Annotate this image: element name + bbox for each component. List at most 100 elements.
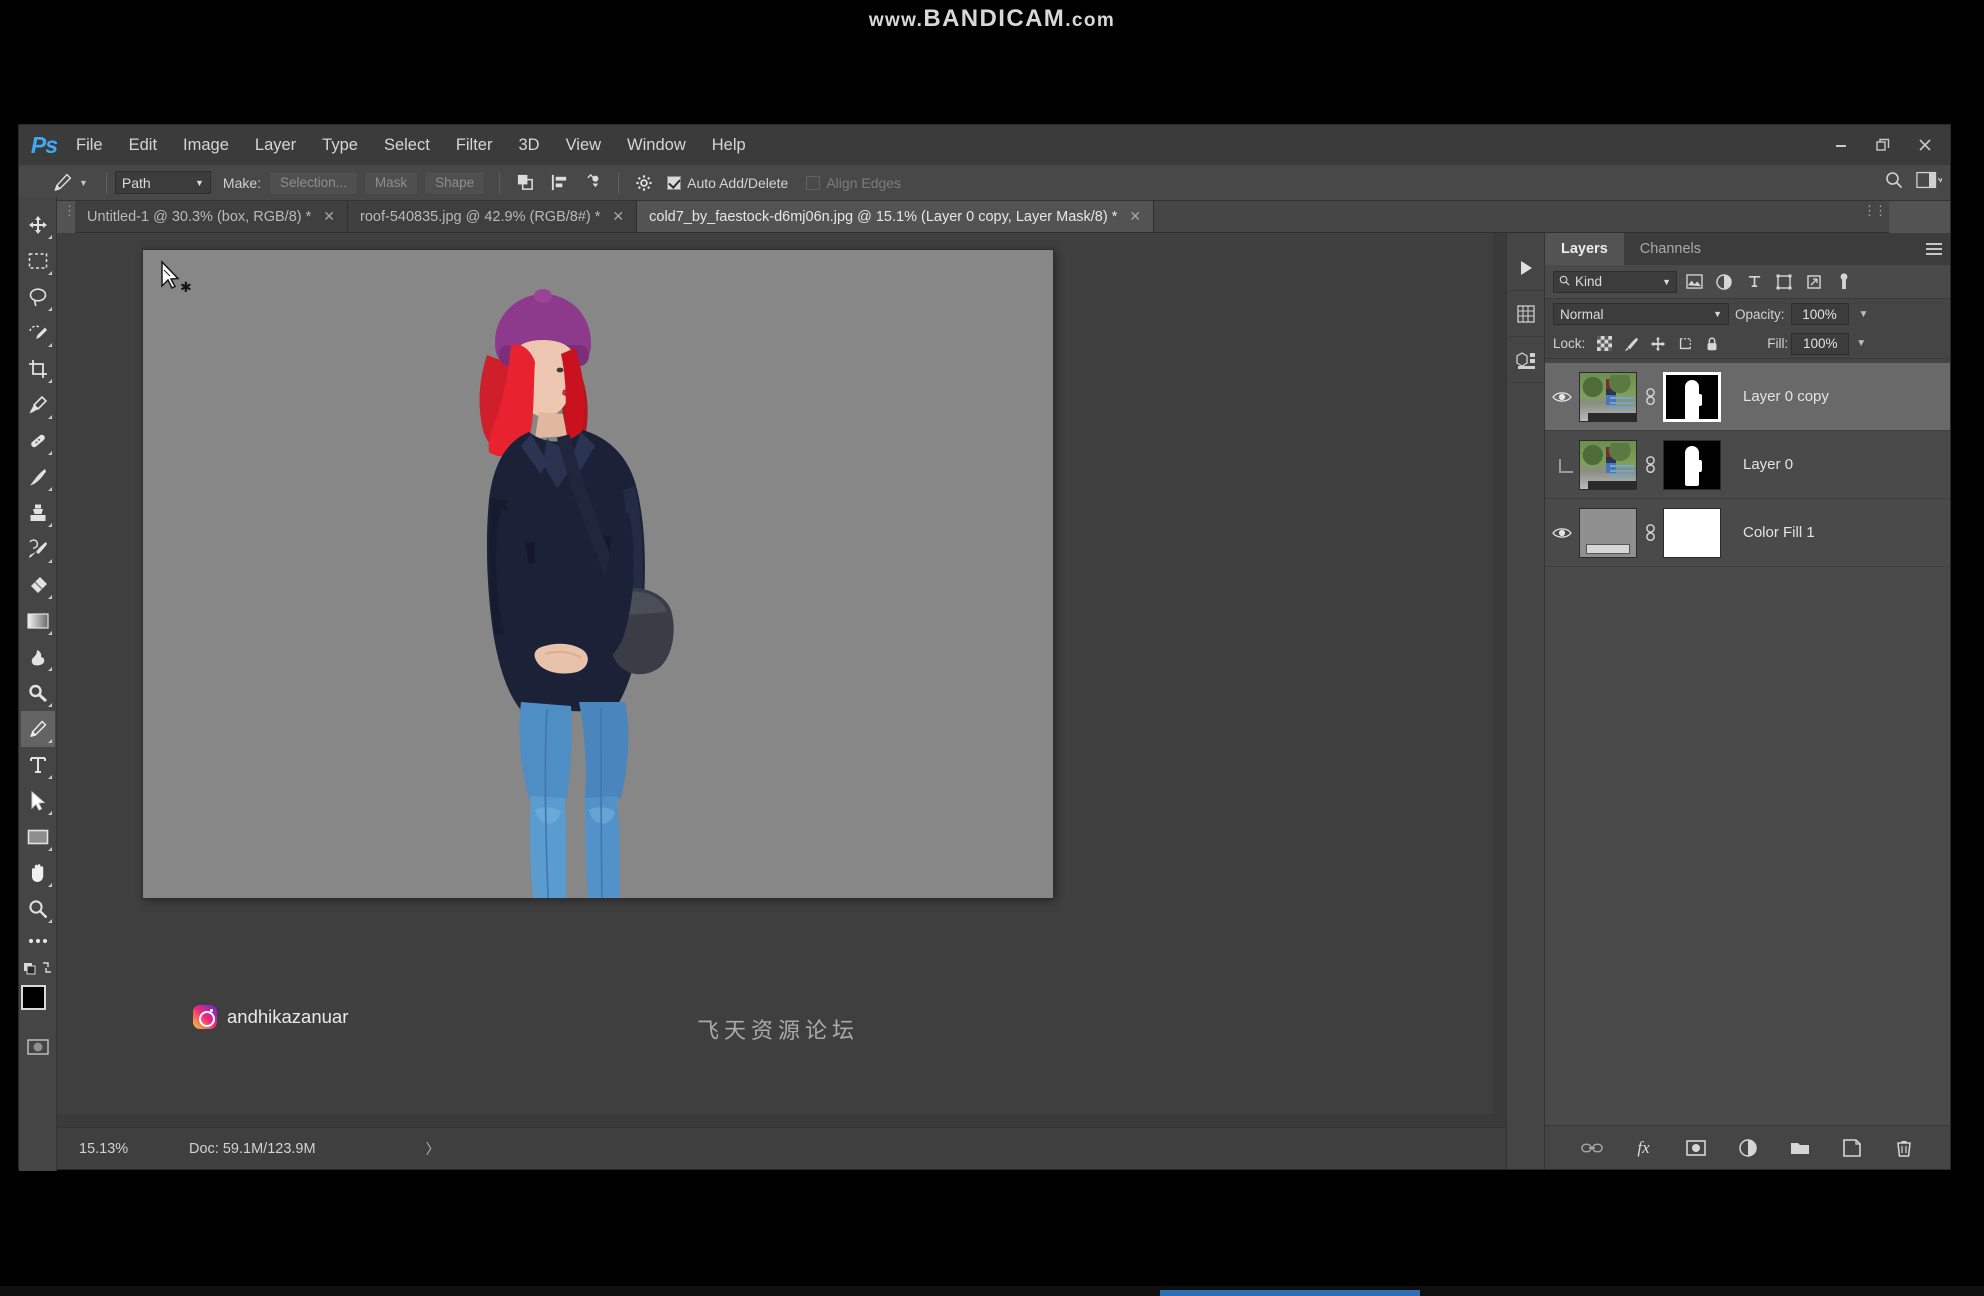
move-tool[interactable] [21,207,55,243]
close-icon[interactable]: ✕ [612,208,624,225]
horizontal-type-tool[interactable] [21,747,55,783]
lock-position-icon[interactable] [1646,333,1670,355]
hamburger-icon[interactable] [1926,242,1942,261]
fx-icon[interactable]: fx [1631,1135,1657,1161]
rectangular-marquee-tool[interactable] [21,243,55,279]
menu-layer[interactable]: Layer [242,125,309,165]
pen-tool-icon[interactable] [49,170,75,196]
layer-list[interactable]: Layer 0 copy Layer 0 Color Fill 1 [1545,363,1950,1125]
canvas-vertical-scrollbar[interactable] [1493,233,1506,1127]
make-shape-button[interactable]: Shape [424,170,486,195]
history-brush-tool[interactable] [21,531,55,567]
rectangle-tool[interactable] [21,819,55,855]
menu-view[interactable]: View [553,125,614,165]
crop-tool[interactable] [21,351,55,387]
layer-mask-link-icon[interactable] [1637,387,1663,407]
zoom-level[interactable]: 15.13% [79,1141,189,1157]
pen-tool[interactable] [20,711,55,747]
tab-layers[interactable]: Layers [1545,233,1624,265]
eyedropper-tool[interactable] [21,387,55,423]
close-icon[interactable]: ✕ [1129,208,1141,225]
layer-mask-thumbnail[interactable] [1663,371,1721,422]
layer-row[interactable]: Color Fill 1 [1545,499,1950,567]
brush-tool[interactable] [21,459,55,495]
gradient-tool[interactable] [21,603,55,639]
filter-type-layers-icon[interactable] [1741,270,1767,294]
gear-icon[interactable] [629,170,659,196]
minimize-button[interactable] [1820,125,1862,165]
blur-tool[interactable] [21,639,55,675]
eraser-tool[interactable] [21,567,55,603]
folder-icon[interactable] [1787,1135,1813,1161]
lasso-tool[interactable] [21,279,55,315]
canvas-horizontal-scrollbar[interactable] [57,1114,1493,1127]
blend-mode-select[interactable]: Normal ▼ [1553,303,1729,325]
layer-name[interactable]: Layer 0 copy [1743,388,1829,405]
make-mask-button[interactable]: Mask [363,170,419,195]
canvas-area[interactable]: ✱ andhikazanuar 飞天资源论坛 [57,233,1506,1127]
mask-icon[interactable] [1683,1135,1709,1161]
menu-file[interactable]: File [63,125,116,165]
tool-preset-chevron-icon[interactable]: ▼ [79,178,88,188]
filter-toggle-icon[interactable] [1831,270,1857,294]
layer-thumbnail[interactable] [1579,371,1637,422]
search-icon[interactable] [1884,170,1904,195]
layer-mask-link-icon[interactable] [1637,455,1663,475]
spot-healing-brush-tool[interactable] [21,423,55,459]
make-selection-button[interactable]: Selection... [269,170,358,195]
layer-name[interactable]: Layer 0 [1743,456,1793,473]
fill-chevron-icon[interactable]: ▼ [1852,338,1870,349]
menu-edit[interactable]: Edit [116,125,170,165]
layer-row[interactable]: Layer 0 [1545,431,1950,499]
close-icon[interactable]: ✕ [323,208,335,225]
document-tab-untitled-1[interactable]: Untitled-1 @ 30.3% (box, RGB/8) * ✕ [75,201,348,232]
filter-shape-layers-icon[interactable] [1771,270,1797,294]
filter-pixel-layers-icon[interactable] [1681,270,1707,294]
quick-mask-icon[interactable] [21,1029,55,1065]
filter-smart-object-icon[interactable] [1801,270,1827,294]
hand-tool[interactable] [21,855,55,891]
tabstrip-overflow-grip[interactable]: ⋮⋮ [1863,203,1887,219]
lock-transparent-pixels-icon[interactable] [1592,333,1616,355]
layer-thumbnail[interactable] [1579,439,1637,490]
layer-name[interactable]: Color Fill 1 [1743,524,1815,541]
close-button[interactable] [1904,125,1946,165]
menu-select[interactable]: Select [371,125,443,165]
menu-image[interactable]: Image [170,125,242,165]
new-layer-icon[interactable] [1839,1135,1865,1161]
properties-panel-button[interactable] [1507,337,1544,383]
restore-button[interactable] [1862,125,1904,165]
document-tab-cold7[interactable]: cold7_by_faestock-d6mj06n.jpg @ 15.1% (L… [637,201,1155,232]
zoom-tool[interactable] [21,891,55,927]
tab-channels[interactable]: Channels [1624,233,1717,265]
layer-visibility-toggle[interactable] [1545,526,1579,540]
quick-selection-tool[interactable] [21,315,55,351]
layer-row[interactable]: Layer 0 copy [1545,363,1950,431]
menu-window[interactable]: Window [614,125,699,165]
expand-panels-button[interactable] [1507,245,1544,291]
workspace-switcher-icon[interactable] [1916,171,1943,194]
filter-kind-select[interactable]: Kind ▼ [1553,270,1677,293]
path-operations-icon[interactable] [510,170,540,196]
dodge-tool[interactable] [21,675,55,711]
opacity-chevron-icon[interactable]: ▼ [1855,309,1873,320]
default-and-swap-colors[interactable] [21,955,55,981]
pen-mode-select[interactable]: Path ▼ [114,171,211,194]
auto-add-delete-checkbox[interactable]: Auto Add/Delete [667,175,788,191]
layer-visibility-toggle[interactable] [1545,390,1579,404]
layer-thumbnail[interactable] [1579,507,1637,558]
fill-value[interactable]: 100% [1791,332,1850,355]
layer-mask-link-icon[interactable] [1637,523,1663,543]
clone-stamp-tool[interactable] [21,495,55,531]
menu-filter[interactable]: Filter [443,125,506,165]
half-circle-icon[interactable] [1735,1135,1761,1161]
opacity-value[interactable]: 100% [1790,303,1849,325]
path-arrangement-icon[interactable] [578,170,608,196]
layer-mask-thumbnail[interactable] [1663,439,1721,490]
document-tab-roof[interactable]: roof-540835.jpg @ 42.9% (RGB/8#) * ✕ [348,201,638,232]
status-expand-icon[interactable]: 〉 [426,1139,440,1159]
foreground-color-swatch[interactable] [20,985,46,1010]
filter-adjustment-layers-icon[interactable] [1711,270,1737,294]
menu-3d[interactable]: 3D [505,125,552,165]
edit-toolbar-button[interactable] [21,927,55,955]
